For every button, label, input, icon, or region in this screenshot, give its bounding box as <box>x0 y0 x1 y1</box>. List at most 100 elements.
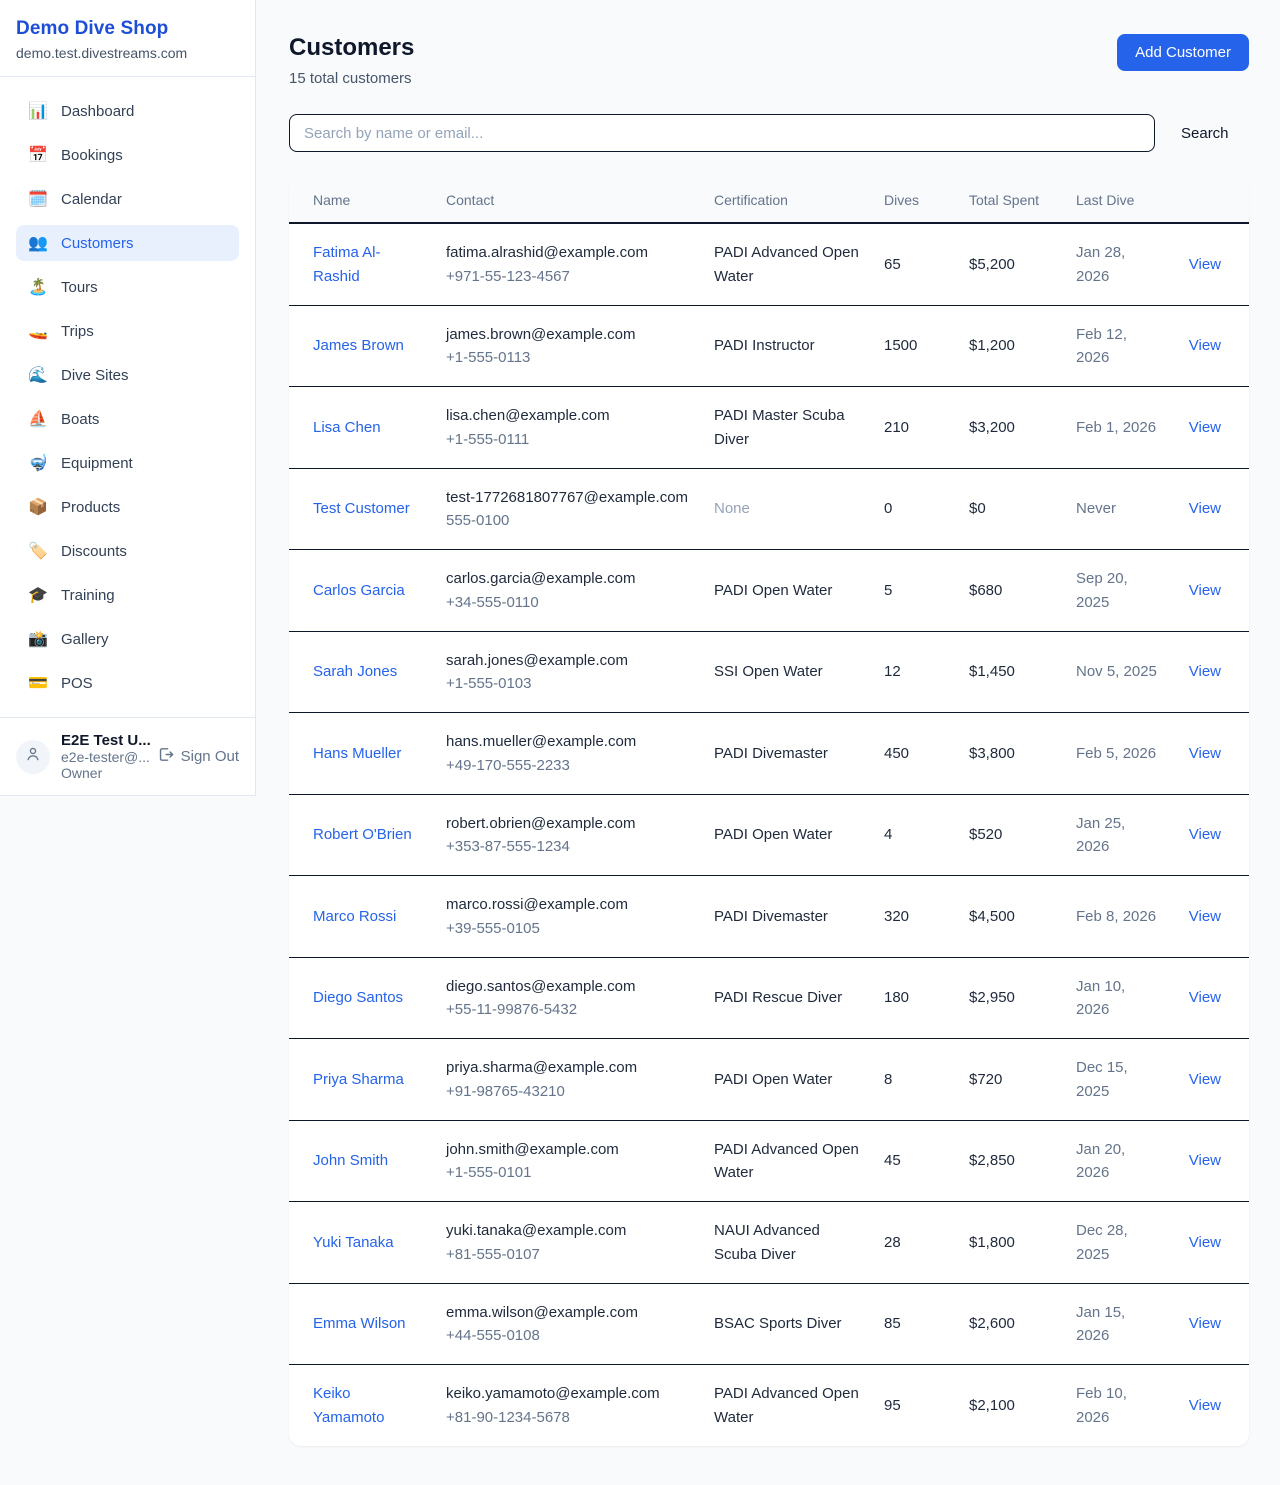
view-link[interactable]: View <box>1189 1234 1221 1251</box>
customer-certification: BSAC Sports Diver <box>714 1315 842 1332</box>
boats-icon: ⛵ <box>28 409 48 429</box>
sidebar-item-equipment[interactable]: 🤿 Equipment <box>16 445 239 481</box>
sign-out-button[interactable]: Sign Out <box>157 746 239 767</box>
sidebar-item-label: Calendar <box>61 191 122 208</box>
view-link[interactable]: View <box>1189 419 1221 436</box>
customer-email: diego.santos@example.com <box>446 975 690 998</box>
customer-phone: +971-55-123-4567 <box>446 265 690 288</box>
customer-email: yuki.tanaka@example.com <box>446 1219 690 1242</box>
sidebar-item-label: Dashboard <box>61 103 134 120</box>
customer-total-spent: $2,850 <box>969 1152 1015 1169</box>
sidebar-item-training[interactable]: 🎓 Training <box>16 577 239 613</box>
sidebar-item-calendar[interactable]: 🗓️ Calendar <box>16 181 239 217</box>
sidebar-item-tours[interactable]: 🏝️ Tours <box>16 269 239 305</box>
sidebar-item-label: Tours <box>61 279 98 296</box>
sidebar-item-customers[interactable]: 👥 Customers <box>16 225 239 261</box>
customer-dives: 65 <box>884 256 901 273</box>
customer-total-spent: $520 <box>969 826 1002 843</box>
view-link[interactable]: View <box>1189 908 1221 925</box>
view-link[interactable]: View <box>1189 256 1221 273</box>
table-row: Robert O'Brien robert.obrien@example.com… <box>289 794 1249 876</box>
table-row: Keiko Yamamoto keiko.yamamoto@example.co… <box>289 1365 1249 1446</box>
trips-icon: 🚤 <box>28 321 48 341</box>
customer-total-spent: $4,500 <box>969 908 1015 925</box>
sidebar-item-dashboard[interactable]: 📊 Dashboard <box>16 93 239 129</box>
customer-last-dive: Dec 28, 2025 <box>1076 1222 1128 1262</box>
customer-name-link[interactable]: John Smith <box>313 1152 388 1169</box>
customer-name-link[interactable]: Robert O'Brien <box>313 826 412 843</box>
customer-dives: 28 <box>884 1234 901 1251</box>
customer-dives: 5 <box>884 582 892 599</box>
sidebar: Demo Dive Shop demo.test.divestreams.com… <box>0 0 256 796</box>
customer-phone: +1-555-0111 <box>446 428 690 451</box>
customer-email: james.brown@example.com <box>446 323 690 346</box>
search-row: Search <box>289 114 1249 152</box>
view-link[interactable]: View <box>1189 1397 1221 1414</box>
view-link[interactable]: View <box>1189 337 1221 354</box>
customer-name-link[interactable]: Marco Rossi <box>313 908 396 925</box>
customer-name-link[interactable]: Sarah Jones <box>313 663 397 680</box>
view-link[interactable]: View <box>1189 1071 1221 1088</box>
customer-name-link[interactable]: Keiko Yamamoto <box>313 1385 384 1425</box>
customer-last-dive: Sep 20, 2025 <box>1076 570 1128 610</box>
view-link[interactable]: View <box>1189 989 1221 1006</box>
customer-email: robert.obrien@example.com <box>446 812 690 835</box>
customer-total-spent: $1,200 <box>969 337 1015 354</box>
customer-name-link[interactable]: Emma Wilson <box>313 1315 406 1332</box>
sidebar-item-pos[interactable]: 💳 POS <box>16 665 239 701</box>
customer-certification: PADI Open Water <box>714 582 832 599</box>
add-customer-button[interactable]: Add Customer <box>1117 34 1249 71</box>
view-link[interactable]: View <box>1189 582 1221 599</box>
sidebar-item-gallery[interactable]: 📸 Gallery <box>16 621 239 657</box>
customers-table: Name Contact Certification Dives Total S… <box>289 178 1249 1446</box>
page-subtitle: 15 total customers <box>289 70 414 87</box>
tours-icon: 🏝️ <box>28 277 48 297</box>
sidebar-item-discounts[interactable]: 🏷️ Discounts <box>16 533 239 569</box>
customer-total-spent: $3,800 <box>969 745 1015 762</box>
column-header-total-spent: Total Spent <box>957 178 1064 223</box>
dive-sites-icon: 🌊 <box>28 365 48 385</box>
customer-name-link[interactable]: Diego Santos <box>313 989 403 1006</box>
customer-total-spent: $1,800 <box>969 1234 1015 1251</box>
customer-name-link[interactable]: Lisa Chen <box>313 419 381 436</box>
customer-name-link[interactable]: Fatima Al-Rashid <box>313 244 381 284</box>
customer-name-link[interactable]: Carlos Garcia <box>313 582 405 599</box>
customer-certification: PADI Advanced Open Water <box>714 1385 859 1425</box>
sidebar-item-bookings[interactable]: 📅 Bookings <box>16 137 239 173</box>
customer-email: hans.mueller@example.com <box>446 730 690 753</box>
table-row: John Smith john.smith@example.com +1-555… <box>289 1120 1249 1202</box>
view-link[interactable]: View <box>1189 745 1221 762</box>
column-header-contact: Contact <box>434 178 702 223</box>
customer-phone: +81-555-0107 <box>446 1243 690 1266</box>
customer-certification: None <box>714 500 750 517</box>
customer-name-link[interactable]: Hans Mueller <box>313 745 401 762</box>
column-header-last-dive: Last Dive <box>1064 178 1171 223</box>
customer-phone: 555-0100 <box>446 509 690 532</box>
customer-phone: +49-170-555-2233 <box>446 754 690 777</box>
table-row: Lisa Chen lisa.chen@example.com +1-555-0… <box>289 387 1249 469</box>
calendar-icon: 🗓️ <box>28 189 48 209</box>
customer-email: lisa.chen@example.com <box>446 404 690 427</box>
view-link[interactable]: View <box>1189 826 1221 843</box>
customer-name-link[interactable]: Test Customer <box>313 500 410 517</box>
view-link[interactable]: View <box>1189 663 1221 680</box>
customer-last-dive: Feb 12, 2026 <box>1076 326 1127 366</box>
search-button[interactable]: Search <box>1155 125 1229 142</box>
customer-last-dive: Feb 1, 2026 <box>1076 419 1156 436</box>
page-header: Customers 15 total customers Add Custome… <box>289 34 1249 87</box>
customer-name-link[interactable]: Yuki Tanaka <box>313 1234 394 1251</box>
view-link[interactable]: View <box>1189 1315 1221 1332</box>
user-email: e2e-tester@... <box>61 749 146 765</box>
view-link[interactable]: View <box>1189 1152 1221 1169</box>
view-link[interactable]: View <box>1189 500 1221 517</box>
sidebar-item-dive-sites[interactable]: 🌊 Dive Sites <box>16 357 239 393</box>
customer-name-link[interactable]: James Brown <box>313 337 404 354</box>
sidebar-item-trips[interactable]: 🚤 Trips <box>16 313 239 349</box>
customer-email: carlos.garcia@example.com <box>446 567 690 590</box>
sidebar-item-boats[interactable]: ⛵ Boats <box>16 401 239 437</box>
sidebar-item-products[interactable]: 📦 Products <box>16 489 239 525</box>
customer-name-link[interactable]: Priya Sharma <box>313 1071 404 1088</box>
customer-email: priya.sharma@example.com <box>446 1056 690 1079</box>
search-input[interactable] <box>289 114 1155 152</box>
customer-last-dive: Jan 20, 2026 <box>1076 1141 1125 1181</box>
